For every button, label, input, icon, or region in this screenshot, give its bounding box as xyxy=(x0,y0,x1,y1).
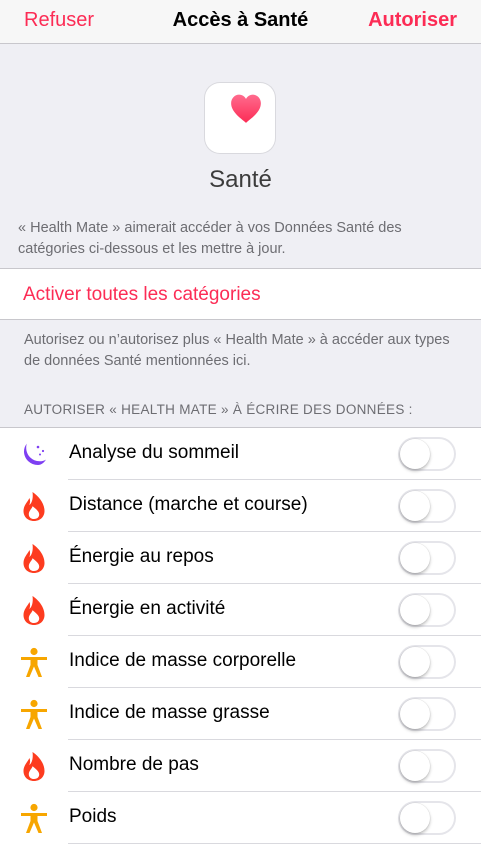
row-separator xyxy=(68,843,481,844)
category-row: Distance (marche et course) xyxy=(0,480,481,532)
person-icon xyxy=(18,646,50,678)
category-toggle[interactable] xyxy=(398,437,456,471)
health-app-icon xyxy=(205,83,275,153)
toggle-knob xyxy=(400,751,430,781)
enable-all-label: Activer toutes les catégories xyxy=(23,284,261,305)
category-toggle[interactable] xyxy=(398,489,456,523)
category-list: Analyse du sommeil Distance (marche et co… xyxy=(0,427,481,847)
category-label: Distance (marche et course) xyxy=(69,494,308,515)
category-label: Énergie en activité xyxy=(69,598,226,619)
moon-icon xyxy=(18,438,50,470)
category-label: Analyse du sommeil xyxy=(69,442,240,463)
category-row: Énergie en activité xyxy=(0,584,481,636)
flame-icon xyxy=(18,490,50,522)
category-row: Énergie au repos xyxy=(0,532,481,584)
intro-text: « Health Mate » aimerait accéder à vos D… xyxy=(18,220,402,257)
app-name: Santé xyxy=(209,166,272,193)
category-label: Poids xyxy=(69,806,117,827)
category-toggle[interactable] xyxy=(398,749,456,783)
person-icon xyxy=(18,802,50,834)
category-label: Indice de masse grasse xyxy=(69,702,270,723)
category-toggle[interactable] xyxy=(398,801,456,835)
person-icon xyxy=(18,698,50,730)
category-row: Indice de masse corporelle xyxy=(0,636,481,688)
toggle-knob xyxy=(400,595,430,625)
category-toggle[interactable] xyxy=(398,697,456,731)
category-label: Énergie au repos xyxy=(69,546,214,567)
section-header: AUTORISER « HEALTH MATE » À ÉCRIRE DES D… xyxy=(24,402,413,417)
flame-icon xyxy=(18,750,50,782)
toggle-knob xyxy=(400,803,430,833)
hint-text: Autorisez ou n’autorisez plus « Health M… xyxy=(24,332,450,369)
toggle-knob xyxy=(400,491,430,521)
flame-icon xyxy=(18,542,50,574)
category-row: Indice de masse grasse xyxy=(0,688,481,740)
category-row: Analyse du sommeil xyxy=(0,428,481,480)
allow-button[interactable]: Autoriser xyxy=(368,9,457,32)
toggle-knob xyxy=(400,647,430,677)
toggle-knob xyxy=(400,543,430,573)
flame-icon xyxy=(18,594,50,626)
category-row: Poids xyxy=(0,792,481,844)
category-toggle[interactable] xyxy=(398,645,456,679)
toggle-knob xyxy=(400,439,430,469)
category-row: Nombre de pas xyxy=(0,740,481,792)
category-label: Nombre de pas xyxy=(69,754,199,775)
toggle-knob xyxy=(400,699,430,729)
category-toggle[interactable] xyxy=(398,541,456,575)
category-toggle[interactable] xyxy=(398,593,456,627)
heart-icon xyxy=(231,94,261,123)
navigation-bar: Refuser Accès à Santé Autoriser xyxy=(0,0,481,44)
category-label: Indice de masse corporelle xyxy=(69,650,297,671)
enable-all-categories-button[interactable]: Activer toutes les catégories xyxy=(0,268,481,320)
